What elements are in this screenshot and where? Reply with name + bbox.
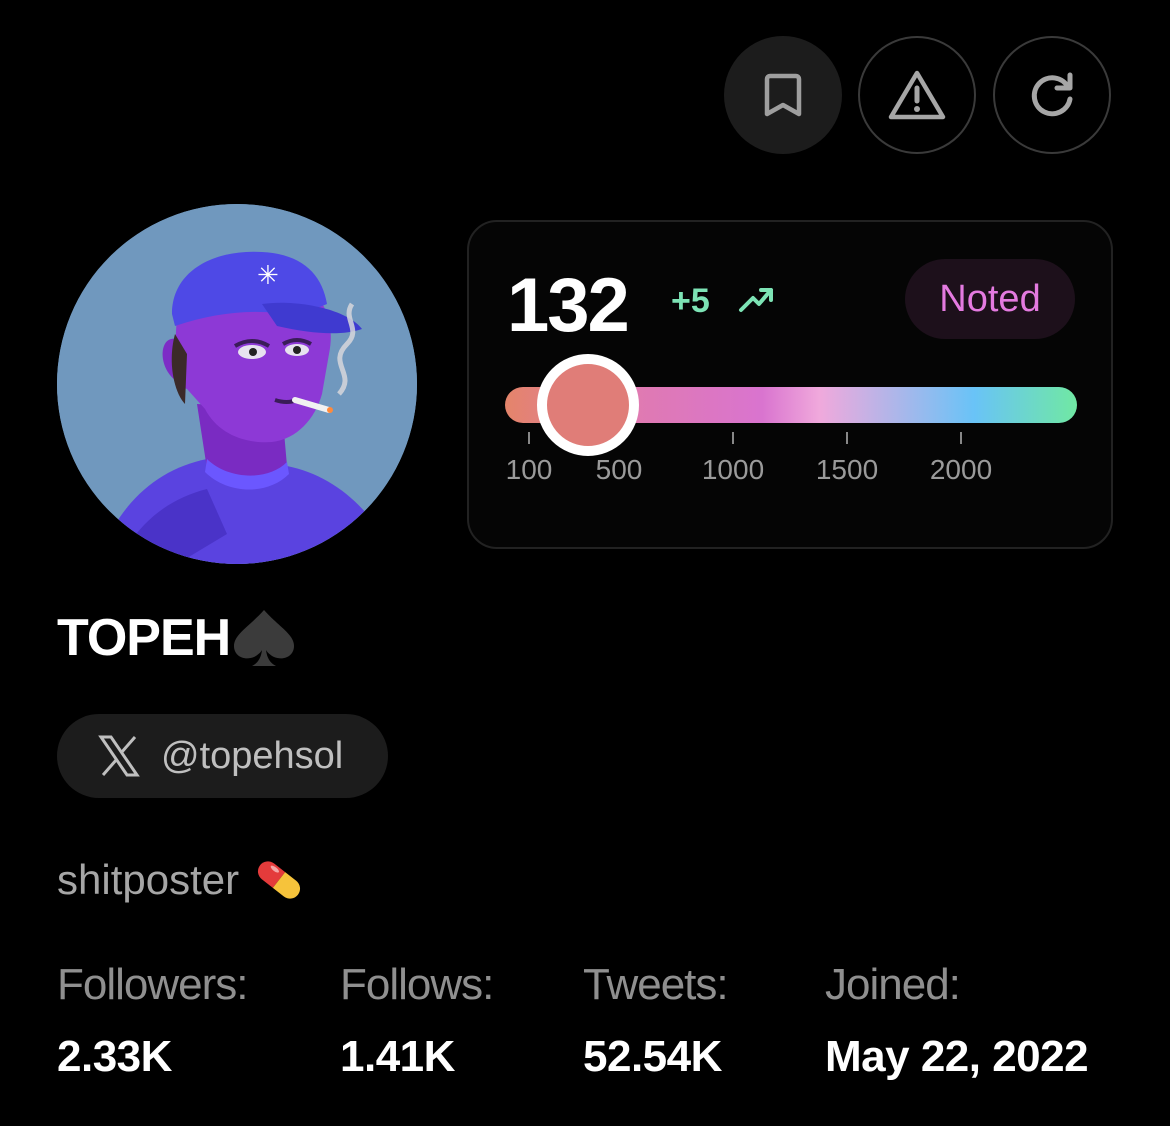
stat-value: May 22, 2022 <box>825 1032 1089 1081</box>
stat-label: Tweets: <box>583 960 729 1009</box>
slider-tick-label: 1000 <box>701 454 765 485</box>
stat-follows: Follows: 1.41K <box>340 960 494 1082</box>
stat-label: Followers: <box>57 960 248 1009</box>
profile-bio: shitposter <box>57 852 307 908</box>
bookmark-button[interactable] <box>724 36 842 154</box>
status-badge: Noted <box>905 259 1075 339</box>
profile-name: TOPEH <box>57 608 298 668</box>
stat-value: 2.33K <box>57 1032 172 1081</box>
svg-text:✳: ✳ <box>257 261 279 291</box>
slider-tick <box>846 432 848 444</box>
score-slider-handle[interactable] <box>537 354 640 456</box>
slider-tick-label: 1500 <box>815 454 879 485</box>
pill-icon <box>258 861 301 899</box>
slider-tick-label: 500 <box>595 454 643 485</box>
stat-label: Follows: <box>340 960 494 1009</box>
avatar: ✳ <box>57 204 417 564</box>
score-delta: +5 <box>671 282 710 320</box>
score-card: 132 +5 Noted 100 500 1000 1500 2000 <box>467 220 1113 549</box>
bookmark-icon <box>764 73 802 117</box>
x-handle-link[interactable]: @topehsol <box>57 714 388 798</box>
stat-value: 1.41K <box>340 1032 455 1081</box>
x-handle-text: @topehsol <box>161 734 344 777</box>
refresh-button[interactable] <box>993 36 1111 154</box>
stat-tweets: Tweets: 52.54K <box>583 960 729 1082</box>
spade-icon <box>234 610 295 666</box>
trending-up-icon <box>739 288 773 312</box>
slider-tick <box>528 432 530 444</box>
slider-tick <box>732 432 734 444</box>
slider-tick-label: 2000 <box>929 454 993 485</box>
stat-followers: Followers: 2.33K <box>57 960 248 1082</box>
stat-value: 52.54K <box>583 1032 722 1081</box>
stat-joined: Joined: May 22, 2022 <box>825 960 1089 1082</box>
stat-label: Joined: <box>825 960 961 1009</box>
slider-tick-label: 100 <box>505 454 553 485</box>
score-value: 132 <box>507 263 630 348</box>
slider-tick <box>960 432 962 444</box>
warning-triangle-icon <box>888 70 946 120</box>
bio-text: shitposter <box>57 856 240 903</box>
profile-name-text: TOPEH <box>57 609 231 667</box>
report-button[interactable] <box>858 36 976 154</box>
x-logo-icon <box>98 735 140 777</box>
refresh-icon <box>1031 72 1073 117</box>
